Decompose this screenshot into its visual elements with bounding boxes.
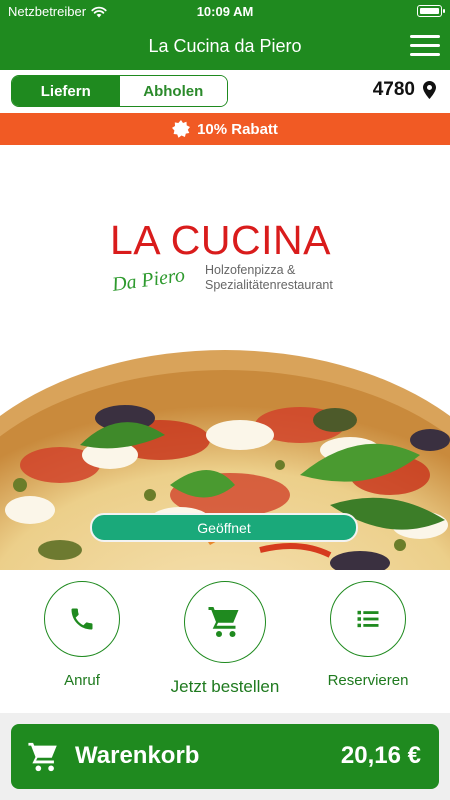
logo-subtitle-line1: Holzofenpizza & [205, 263, 296, 277]
deliver-tab[interactable]: Liefern [12, 76, 120, 106]
top-bar: Netzbetreiber 10:09 AM La Cucina da Pier… [0, 0, 450, 70]
reserve-label[interactable]: Reservieren [310, 672, 426, 689]
reserve-button[interactable] [330, 581, 406, 657]
location-pin-icon [423, 81, 436, 99]
cart-button[interactable]: Warenkorb 20,16 € [11, 724, 439, 789]
open-status-button[interactable]: Geöffnet [90, 513, 358, 542]
app-screen: Netzbetreiber 10:09 AM La Cucina da Pier… [0, 0, 450, 800]
badge-icon [172, 120, 191, 138]
logo-script-text: Da Piero [110, 264, 187, 296]
cart-label: Warenkorb [75, 742, 200, 769]
order-mode-toggle: Liefern Abholen [11, 75, 228, 107]
restaurant-logo: LA CUCINA Da Piero Holzofenpizza & Spezi… [0, 145, 450, 345]
order-mode-bar: Liefern Abholen 4780 [0, 70, 450, 113]
discount-text: 10% Rabatt [197, 120, 278, 138]
call-label[interactable]: Anruf [32, 672, 132, 689]
pickup-tab[interactable]: Abholen [119, 76, 227, 106]
logo-subtitle-line2: Spezialitätenrestaurant [205, 278, 333, 292]
cart-total: 20,16 € [340, 742, 421, 769]
order-now-label[interactable]: Jetzt bestellen [150, 677, 300, 697]
page-title: La Cucina da Piero [148, 36, 302, 56]
logo-subtitle: Holzofenpizza & Spezialitätenrestaurant [205, 263, 333, 293]
clock: 10:09 AM [196, 4, 254, 19]
battery-icon [417, 5, 445, 17]
order-now-button[interactable] [184, 581, 266, 663]
cart-bar: Warenkorb 20,16 € [0, 713, 450, 800]
discount-banner: 10% Rabatt [0, 113, 450, 145]
phone-icon [71, 608, 93, 630]
postal-code: 4780 [372, 79, 415, 100]
cart-icon [28, 742, 57, 772]
status-bar: Netzbetreiber 10:09 AM [0, 0, 450, 22]
menu-icon[interactable] [410, 35, 440, 57]
postal-code-selector[interactable]: 4780 [373, 79, 436, 101]
logo-main-text: LA CUCINA [110, 217, 331, 263]
cart-icon [208, 607, 239, 637]
call-button[interactable] [44, 581, 120, 657]
hero-image: Geöffnet [0, 345, 450, 570]
action-buttons: Anruf Jetzt bestellen Reservieren [0, 570, 450, 713]
list-icon [357, 610, 379, 628]
